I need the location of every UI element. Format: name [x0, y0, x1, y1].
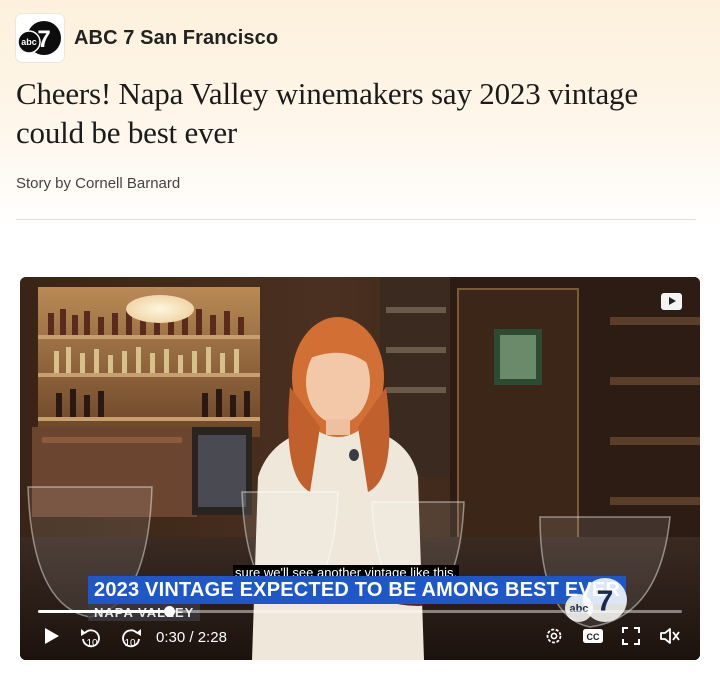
fullscreen-icon — [622, 627, 640, 645]
time-separator: / — [189, 629, 194, 646]
time-display: 0:30 / 2:28 — [156, 629, 227, 646]
closed-captions-icon: CC — [583, 629, 603, 643]
logo-abc-text: abc — [21, 37, 37, 47]
video-player[interactable]: sure we'll see another vintage like this… — [20, 277, 700, 660]
publisher-logo: 7 abc — [16, 14, 64, 62]
play-icon — [45, 628, 59, 644]
publisher-name[interactable]: ABC 7 San Francisco — [74, 27, 278, 50]
rewind-seconds: 10 — [86, 638, 98, 649]
publisher-link[interactable]: 7 abc ABC 7 San Francisco — [16, 14, 278, 62]
progress-bar[interactable] — [38, 606, 682, 617]
forward-10-icon: 10 — [122, 629, 141, 649]
article-byline: Story by Cornell Barnard — [16, 175, 181, 192]
watermark-number: 7 — [597, 585, 614, 618]
abc7-watermark: 7 abc — [565, 578, 627, 622]
mute-button[interactable] — [658, 625, 682, 652]
watermark-abc-text: abc — [570, 603, 589, 615]
article-headline: Cheers! Napa Valley winemakers say 2023 … — [16, 76, 638, 150]
fullscreen-button[interactable] — [620, 625, 642, 652]
play-button[interactable] — [40, 625, 62, 652]
mute-icon — [660, 628, 680, 644]
video-play-badge-icon — [661, 293, 682, 310]
current-time: 0:30 — [156, 629, 186, 646]
news-lower-third: 2023 VINTAGE EXPECTED TO BE AMONG BEST E… — [88, 576, 627, 604]
forward-button[interactable]: 10 — [118, 625, 144, 654]
svg-text:CC: CC — [587, 632, 600, 642]
header-divider — [16, 219, 696, 220]
rewind-button[interactable]: 10 — [78, 625, 104, 654]
progress-fill — [38, 610, 169, 613]
rewind-10-icon: 10 — [81, 629, 100, 649]
progress-scrubber[interactable] — [163, 606, 175, 617]
settings-button[interactable] — [543, 625, 565, 652]
captions-button[interactable]: CC — [581, 625, 605, 652]
gear-icon — [546, 628, 562, 644]
duration: 2:28 — [197, 629, 227, 646]
forward-seconds: 10 — [124, 638, 136, 649]
